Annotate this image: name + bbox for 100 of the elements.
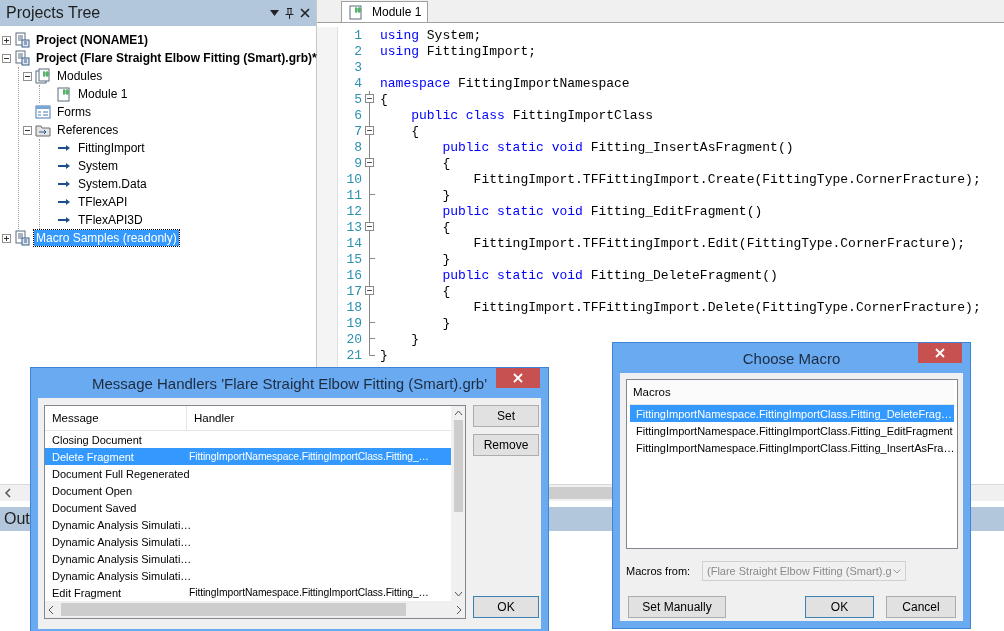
code-line: } xyxy=(410,331,419,347)
form-icon xyxy=(35,104,51,120)
list-row[interactable]: Edit Fragment FittingImportNamespace.FittingImportClass.Fitting_… xyxy=(45,584,451,601)
code-line: } xyxy=(441,187,451,203)
line-number: 13 xyxy=(345,219,362,235)
tree-item[interactable]: System.Data xyxy=(76,176,149,192)
fold-toggle[interactable] xyxy=(365,222,374,231)
ok-button[interactable]: OK xyxy=(473,596,539,618)
tree-item[interactable]: Forms xyxy=(55,104,93,120)
line-number: 5 xyxy=(353,91,362,107)
list-row[interactable]: Dynamic Analysis Simulati… xyxy=(45,516,451,533)
close-button[interactable] xyxy=(496,368,540,388)
code-line: public static void Fitting_InsertAsFragment() xyxy=(441,139,794,155)
line-number: 14 xyxy=(345,235,362,251)
expand-toggle[interactable] xyxy=(23,125,32,135)
dialog-button[interactable]: Set Manually xyxy=(628,596,726,618)
module-icon xyxy=(348,4,364,20)
tree-item[interactable]: TFlexAPI xyxy=(76,194,130,210)
line-number: 15 xyxy=(345,251,362,267)
field-label: Macros from: xyxy=(626,565,692,577)
line-number: 3 xyxy=(353,59,362,75)
code-line: public static void Fitting_DeleteFragment() xyxy=(441,267,778,283)
close-icon xyxy=(935,348,945,358)
fold-toggle[interactable] xyxy=(365,94,374,103)
code-line: using FittingImport; xyxy=(380,43,537,59)
tree-item[interactable]: Project (Flare Straight Elbow Fitting (Smart).grb)* xyxy=(34,50,319,66)
scrollbar-thumb[interactable] xyxy=(61,603,406,616)
tree-item[interactable]: TFlexAPI3D xyxy=(76,212,145,228)
code-line: FittingImport.TFFittingImport.Delete(FittingType.CornerFracture); xyxy=(472,299,981,315)
tree-item[interactable]: Modules xyxy=(55,68,105,84)
tree-item[interactable]: Module 1 xyxy=(76,86,130,102)
line-number: 2 xyxy=(353,43,362,59)
code-line: { xyxy=(441,283,451,299)
list-row[interactable]: Dynamic Analysis Simulati… xyxy=(45,550,451,567)
line-number: 21 xyxy=(345,347,362,363)
expand-toggle[interactable] xyxy=(2,233,11,243)
dialog-button[interactable]: Remove xyxy=(473,434,539,456)
chevron-down-icon xyxy=(893,568,901,574)
column-header[interactable]: Message xyxy=(45,406,187,430)
code-line: FittingImport.TFFittingImport.Edit(FittingType.CornerFracture); xyxy=(472,235,966,251)
line-number: 20 xyxy=(345,331,362,347)
dialog-button[interactable]: Set xyxy=(473,405,539,427)
list-row[interactable]: Document Saved xyxy=(45,499,451,516)
scrollbar-thumb[interactable] xyxy=(453,420,463,512)
editor-tab[interactable]: Module 1 xyxy=(341,1,429,22)
project-icon xyxy=(14,32,30,48)
close-icon xyxy=(513,373,523,383)
code-line: } xyxy=(441,251,451,267)
line-number: 19 xyxy=(345,315,362,331)
module-icon xyxy=(35,68,51,84)
dropdown-icon[interactable] xyxy=(270,10,279,16)
folder-icon xyxy=(35,122,51,138)
tree-item[interactable]: FittingImport xyxy=(76,140,147,156)
line-number: 6 xyxy=(353,107,362,123)
tree-item[interactable]: References xyxy=(55,122,121,138)
list-row[interactable]: Closing Document xyxy=(45,431,451,448)
line-number: 9 xyxy=(353,155,362,171)
code-line: FittingImport.TFFittingImport.Create(FittingType.CornerFracture); xyxy=(472,171,981,187)
project-icon xyxy=(14,230,30,246)
expand-toggle[interactable] xyxy=(23,71,32,81)
fold-toggle[interactable] xyxy=(365,126,374,135)
expand-toggle[interactable] xyxy=(2,53,11,63)
fold-toggle[interactable] xyxy=(365,286,374,295)
module-icon xyxy=(56,86,72,102)
column-header[interactable]: Handler xyxy=(187,406,235,430)
vertical-scrollbar[interactable] xyxy=(451,406,465,601)
line-number: 11 xyxy=(345,187,362,203)
expand-toggle[interactable] xyxy=(2,35,11,45)
list-row[interactable]: Dynamic Analysis Simulati… xyxy=(45,533,451,550)
code-line: using System; xyxy=(380,27,482,43)
code-line: { xyxy=(441,155,451,171)
pin-icon[interactable] xyxy=(285,7,294,19)
line-number: 16 xyxy=(345,267,362,283)
tree-item[interactable]: Project (NONAME1) xyxy=(34,32,150,48)
code-line: { xyxy=(380,91,388,107)
code-line: namespace FittingImportNamespace xyxy=(380,75,630,91)
close-button[interactable] xyxy=(918,343,962,363)
horizontal-scrollbar[interactable] xyxy=(45,601,465,618)
code-line: } xyxy=(380,347,388,363)
line-number: 10 xyxy=(345,171,362,187)
list-row[interactable]: Document Full Regenerated xyxy=(45,465,451,482)
code-line: } xyxy=(441,315,451,331)
line-number: 17 xyxy=(345,283,362,299)
dialog-button[interactable]: Cancel xyxy=(886,596,956,618)
column-header[interactable]: Macros xyxy=(630,380,671,404)
list-row[interactable]: Document Open xyxy=(45,482,451,499)
close-icon[interactable] xyxy=(300,8,310,18)
tree-item[interactable]: System xyxy=(76,158,120,174)
line-number: 12 xyxy=(345,203,362,219)
list-row[interactable]: FittingImportNamespace.FittingImportClass.Fitting_InsertAsFra… xyxy=(630,439,954,456)
ok-button[interactable]: OK xyxy=(805,596,874,618)
line-number: 1 xyxy=(353,27,362,43)
line-number: 8 xyxy=(353,139,362,155)
list-row[interactable]: Dynamic Analysis Simulati… xyxy=(45,567,451,584)
code-line: { xyxy=(410,123,419,139)
fold-toggle[interactable] xyxy=(365,158,374,167)
list-row[interactable]: FittingImportNamespace.FittingImportClass.Fitting_EditFragment xyxy=(630,422,954,439)
code-line: public static void Fitting_EditFragment() xyxy=(441,203,763,219)
dialog-title: Message Handlers 'Flare Straight Elbow Fitting (Smart).grb' xyxy=(91,374,487,392)
panel-title: Out xyxy=(4,510,30,528)
